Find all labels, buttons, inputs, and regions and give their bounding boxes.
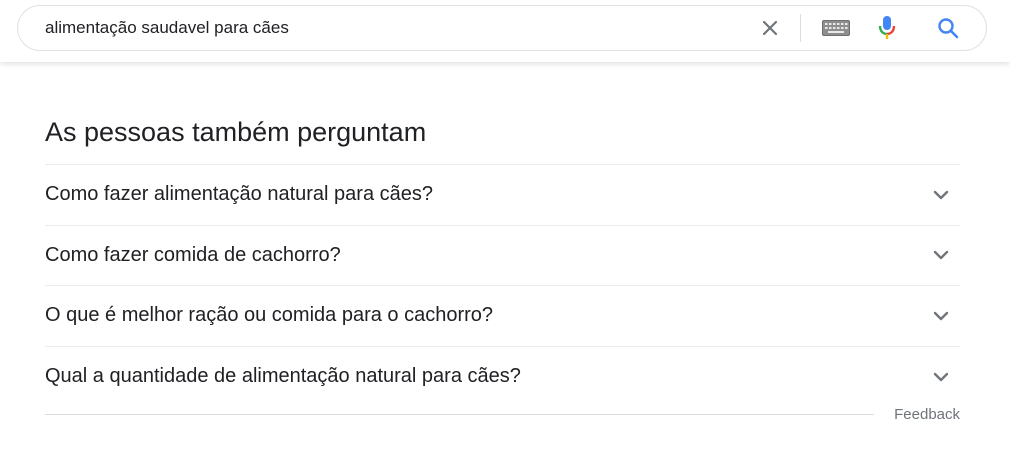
feedback-link[interactable]: Feedback — [894, 406, 960, 423]
paa-question-text: Como fazer comida de cachorro? — [45, 243, 341, 266]
microphone-icon — [878, 16, 896, 39]
paa-question-text: O que é melhor ração ou comida para o ca… — [45, 304, 494, 327]
paa-question-text: Como fazer alimentação natural para cães… — [45, 183, 433, 206]
chevron-down-icon — [924, 190, 960, 200]
paa-question-text: Qual a quantidade de alimentação natural… — [45, 365, 521, 388]
search-input[interactable] — [45, 6, 735, 50]
paa-question-item[interactable]: O que é melhor ração ou comida para o ca… — [45, 286, 960, 347]
search-divider — [800, 14, 801, 42]
keyboard-icon — [822, 20, 850, 36]
paa-question-item[interactable]: Qual a quantidade de alimentação natural… — [45, 347, 960, 408]
chevron-down-icon — [924, 250, 960, 260]
close-icon — [762, 20, 778, 36]
clear-button[interactable] — [750, 6, 790, 50]
search-button[interactable] — [928, 6, 968, 50]
search-icon — [938, 18, 959, 39]
search-header — [0, 0, 1010, 62]
chevron-down-icon — [924, 311, 960, 321]
keyboard-button[interactable] — [816, 6, 856, 50]
people-also-ask: As pessoas também perguntam Como fazer a… — [45, 100, 960, 407]
voice-search-button[interactable] — [867, 6, 907, 50]
paa-title: As pessoas também perguntam — [45, 117, 427, 147]
paa-question-item[interactable]: Como fazer comida de cachorro? — [45, 226, 960, 286]
search-box — [17, 5, 987, 51]
feedback-row: Feedback — [45, 402, 960, 426]
chevron-down-icon — [924, 372, 960, 382]
paa-list: Como fazer alimentação natural para cães… — [45, 164, 960, 407]
feedback-divider — [45, 413, 875, 415]
paa-question-item[interactable]: Como fazer alimentação natural para cães… — [45, 165, 960, 226]
